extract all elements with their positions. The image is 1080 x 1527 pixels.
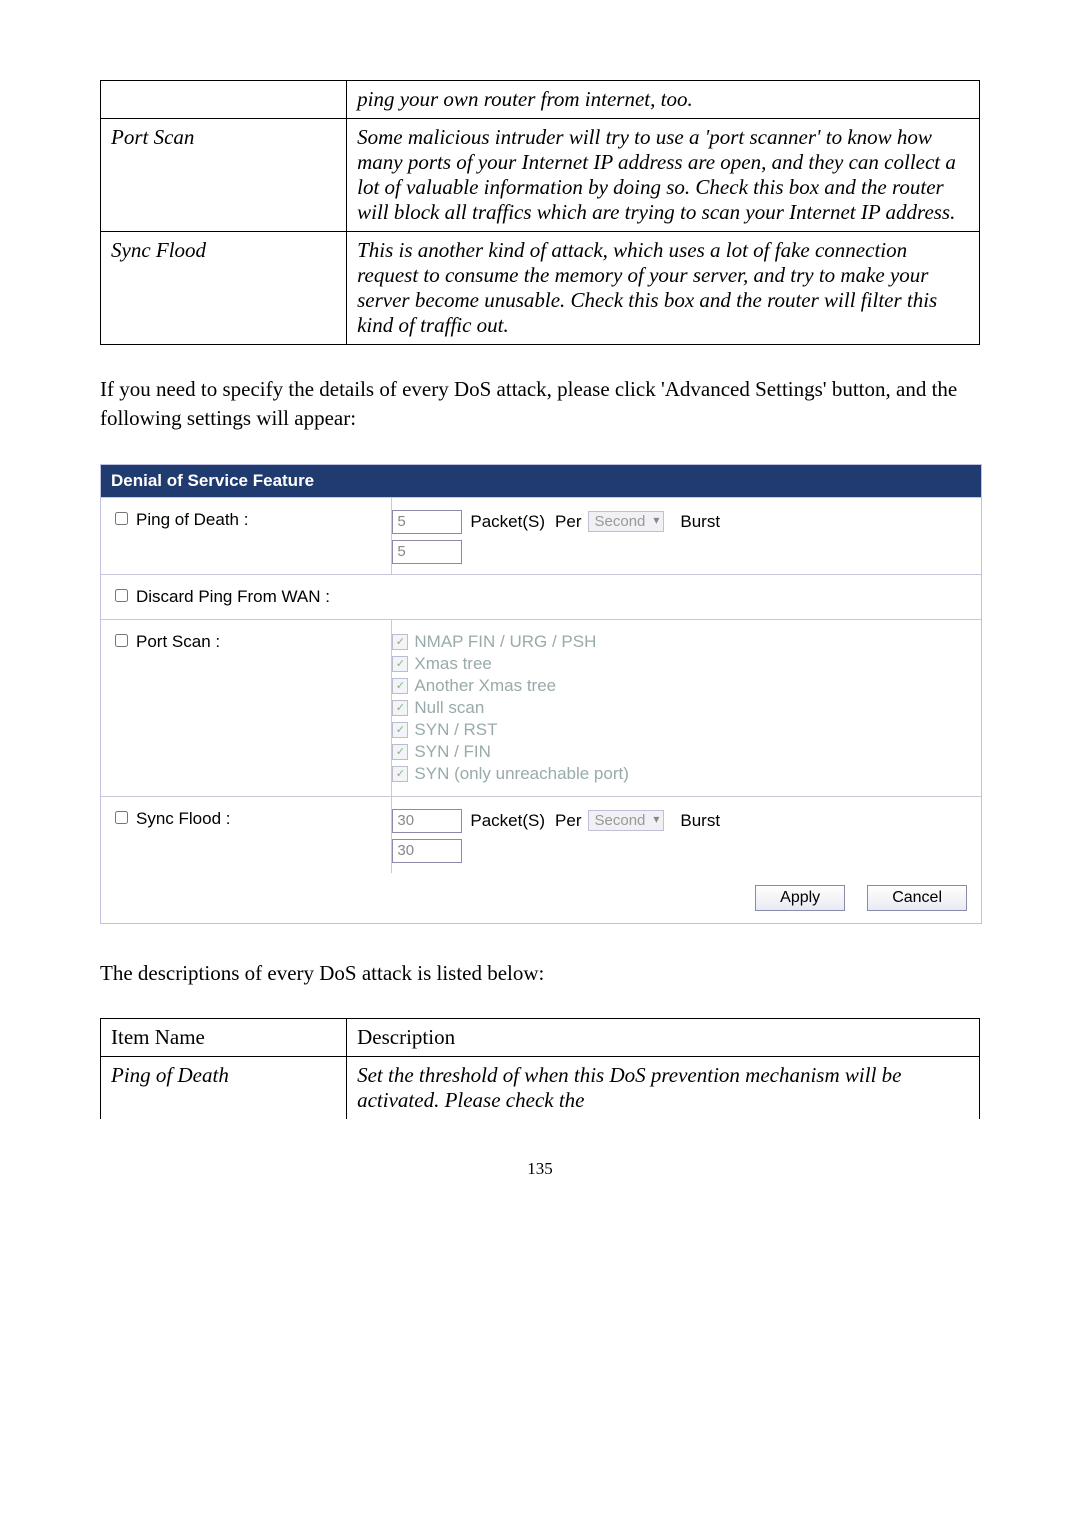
- bottom-table: Item Name Description Ping of Death Set …: [100, 1018, 980, 1119]
- per-label: Per: [555, 512, 581, 532]
- port-scan-checkbox[interactable]: [115, 634, 128, 647]
- sync-flood-unit-select[interactable]: Second: [588, 810, 665, 831]
- panel-header: Denial of Service Feature: [101, 465, 981, 497]
- t1-r1-desc: Some malicious intruder will try to use …: [347, 119, 980, 232]
- sync-flood-value-2[interactable]: [392, 839, 462, 863]
- paragraph-2: The descriptions of every DoS attack is …: [100, 959, 980, 988]
- dos-feature-panel: Denial of Service Feature Ping of Death …: [100, 464, 982, 924]
- packets-label: Packet(S): [470, 512, 545, 532]
- sf-packets-label: Packet(S): [470, 811, 545, 831]
- sync-flood-value-1[interactable]: [392, 809, 462, 833]
- burst-label: Burst: [680, 512, 720, 532]
- page-number: 135: [100, 1159, 980, 1179]
- t2-r0-name: Ping of Death: [101, 1057, 347, 1120]
- sync-flood-label: Sync Flood :: [136, 809, 231, 829]
- sf-per-label: Per: [555, 811, 581, 831]
- cancel-button[interactable]: Cancel: [867, 885, 967, 911]
- t2-h-name: Item Name: [101, 1019, 347, 1057]
- t1-r2-desc: This is another kind of attack, which us…: [347, 232, 980, 345]
- opt-another-xmas[interactable]: ✓Another Xmas tree: [392, 676, 969, 696]
- opt-null[interactable]: ✓Null scan: [392, 698, 969, 718]
- opt-syn-unreach[interactable]: ✓SYN (only unreachable port): [392, 764, 969, 784]
- t2-r0-desc: Set the threshold of when this DoS preve…: [347, 1057, 980, 1120]
- t1-r0-name: [101, 81, 347, 119]
- discard-ping-label: Discard Ping From WAN :: [136, 587, 330, 607]
- paragraph-1: If you need to specify the details of ev…: [100, 375, 980, 434]
- ping-of-death-checkbox[interactable]: [115, 512, 128, 525]
- opt-nmap[interactable]: ✓NMAP FIN / URG / PSH: [392, 632, 969, 652]
- ping-of-death-unit-select[interactable]: Second: [588, 511, 665, 532]
- opt-syn-fin[interactable]: ✓SYN / FIN: [392, 742, 969, 762]
- top-table: ping your own router from internet, too.…: [100, 80, 980, 345]
- t1-r2-name: Sync Flood: [101, 232, 347, 345]
- port-scan-label: Port Scan :: [136, 632, 220, 652]
- discard-ping-checkbox[interactable]: [115, 589, 128, 602]
- opt-syn-rst[interactable]: ✓SYN / RST: [392, 720, 969, 740]
- ping-of-death-value-1[interactable]: [392, 510, 462, 534]
- t2-h-desc: Description: [347, 1019, 980, 1057]
- opt-xmas[interactable]: ✓Xmas tree: [392, 654, 969, 674]
- sync-flood-checkbox[interactable]: [115, 811, 128, 824]
- t1-r1-name: Port Scan: [101, 119, 347, 232]
- ping-of-death-value-2[interactable]: [392, 540, 462, 564]
- t1-r0-desc: ping your own router from internet, too.: [347, 81, 980, 119]
- apply-button[interactable]: Apply: [755, 885, 845, 911]
- sf-burst-label: Burst: [680, 811, 720, 831]
- ping-of-death-label: Ping of Death :: [136, 510, 248, 530]
